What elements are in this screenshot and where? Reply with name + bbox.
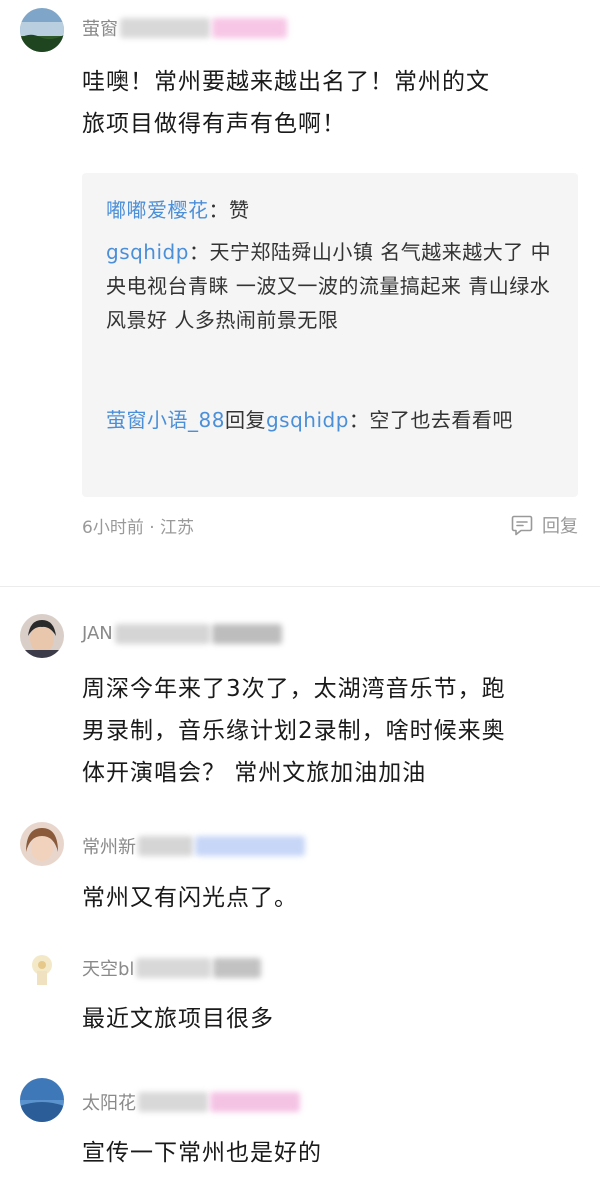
comment-text-line: 常州又有闪光点了。 [82, 885, 298, 911]
reply-author[interactable]: gsqhidp [106, 240, 189, 264]
comment-text: 宣传一下常州也是好的 [82, 1132, 572, 1174]
reply-separator: ： [348, 408, 370, 432]
avatar[interactable] [20, 8, 64, 52]
username[interactable]: 常州新 [82, 833, 305, 859]
blurred-username [138, 1092, 208, 1112]
comment-text-line: 旅项目做得有声有色啊！ [82, 111, 346, 137]
comments-page: 萤窗 哇噢！常州要越来越出名了！常州的文 旅项目做得有声有色啊！ 嘟嘟爱樱花：赞… [0, 0, 600, 1196]
comment-text-line: 男录制，音乐缘计划2录制，啥时候来奥 [82, 718, 506, 744]
username-text: 常州新 [82, 837, 136, 858]
username-text: 天空bl [82, 959, 135, 980]
comment-text-line: 周深今年来了3次了，太湖湾音乐节，跑 [82, 676, 506, 702]
username[interactable]: 萤窗 [82, 15, 287, 41]
comment-text-line: 最近文旅项目很多 [82, 1006, 274, 1032]
reply-content: 赞 [229, 198, 250, 222]
reply-content: 空了也去看看吧 [369, 408, 513, 432]
username[interactable]: JAN [82, 623, 282, 644]
reply-2[interactable]: gsqhidp：天宁郑陆舜山小镇 名气越来越大了 中央电视台青睐 一波又一波的流… [106, 235, 561, 337]
comment-text: 最近文旅项目很多 [82, 998, 572, 1040]
reply-separator: ： [188, 240, 210, 264]
blurred-username [120, 18, 210, 38]
comment-text-line: 体开演唱会？ 常州文旅加油加油 [82, 760, 427, 786]
comment-text: 周深今年来了3次了，太湖湾音乐节，跑 男录制，音乐缘计划2录制，啥时候来奥 体开… [82, 668, 572, 794]
blurred-username [114, 623, 210, 644]
reply-1[interactable]: 嘟嘟爱樱花：赞 [106, 193, 561, 227]
reply-target[interactable]: gsqhidp [266, 408, 349, 432]
username-text: 萤窗 [82, 19, 118, 40]
username[interactable]: 天空bl [82, 955, 262, 981]
comment-meta: 6小时前 · 江苏 [82, 518, 195, 538]
avatar[interactable] [20, 1078, 64, 1122]
blurred-badge [195, 836, 305, 856]
reply-button-label: 回复 [542, 516, 578, 537]
comment-text: 哇噢！常州要越来越出名了！常州的文 旅项目做得有声有色啊！ [82, 61, 572, 145]
speech-bubble-icon [511, 515, 533, 536]
blurred-badge [212, 18, 287, 38]
reply-button[interactable]: 回复 [510, 512, 578, 538]
reply-separator: ： [208, 198, 229, 222]
reply-thread[interactable]: 嘟嘟爱樱花：赞 gsqhidp：天宁郑陆舜山小镇 名气越来越大了 中央电视台青睐… [82, 173, 578, 497]
reply-3[interactable]: 萤窗小语_88回复gsqhidp：空了也去看看吧 [106, 403, 561, 437]
avatar[interactable] [20, 822, 64, 866]
blurred-username [138, 836, 193, 856]
avatar[interactable] [20, 614, 64, 658]
blurred-badge [213, 958, 262, 978]
divider [0, 586, 600, 587]
comment-text-line: 哇噢！常州要越来越出名了！常州的文 [82, 69, 490, 95]
blurred-badge [211, 623, 282, 644]
comment-text: 常州又有闪光点了。 [82, 877, 572, 919]
reply-author[interactable]: 嘟嘟爱樱花 [106, 198, 209, 222]
comment-text-line: 宣传一下常州也是好的 [82, 1140, 322, 1166]
reply-mid: 回复 [224, 408, 266, 432]
reply-author[interactable]: 萤窗小语_88 [106, 408, 225, 432]
blurred-badge [210, 1092, 300, 1112]
username-text: JAN [82, 623, 113, 644]
username[interactable]: 太阳花 [82, 1089, 300, 1115]
avatar[interactable] [20, 945, 64, 989]
blurred-username [136, 958, 212, 978]
username-text: 太阳花 [82, 1093, 136, 1114]
